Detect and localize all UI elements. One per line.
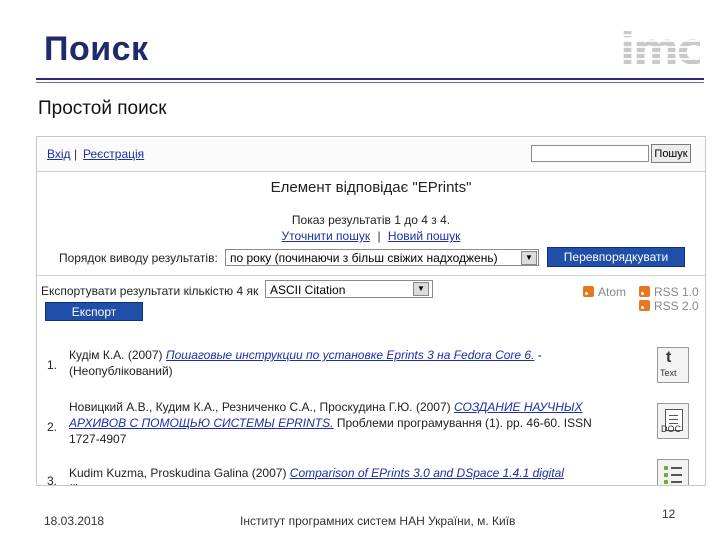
top-bar: Вхід | Реєстрація Пошук: [37, 137, 705, 172]
doc-file-label: DOC: [661, 424, 681, 434]
text-glyph: t: [666, 349, 672, 366]
list-file-icon[interactable]: [657, 459, 689, 485]
item-title-link[interactable]: Пошаговые инструкции по установке Eprint…: [166, 348, 535, 362]
refine-search-link[interactable]: Уточнити пошук: [282, 229, 371, 243]
doc-file-icon[interactable]: DOC: [657, 403, 689, 439]
rss1-feed-link[interactable]: RSS 1.0: [639, 285, 699, 299]
title-divider-thin: [36, 82, 704, 83]
results-count: Показ результатів 1 до 4 з 4.: [291, 213, 451, 227]
reorder-button[interactable]: Перевпорядкувати: [547, 247, 685, 267]
title-divider: [36, 78, 704, 80]
atom-feed-link[interactable]: Atom: [583, 285, 626, 299]
link-separator: |: [74, 147, 78, 161]
chevron-down-icon[interactable]: ▼: [413, 282, 429, 296]
item-citation: Новицкий А.В., Кудим К.А., Резниченко С.…: [69, 399, 599, 447]
page-number: 12: [662, 507, 676, 521]
feed-label: Atom: [598, 285, 627, 299]
list-glyph: [664, 466, 682, 485]
logo-stripe-overlay: [620, 24, 704, 72]
order-select[interactable]: по року (починаючи з більш свіжих надход…: [225, 249, 539, 266]
chevron-down-icon[interactable]: ▼: [521, 251, 537, 265]
slide-subtitle: Простой поиск: [38, 98, 167, 119]
item-number: 1.: [47, 358, 58, 372]
export-label: Експортувати результати кількістю 4 як: [41, 284, 259, 298]
login-link[interactable]: Вхід: [47, 147, 71, 161]
slide-title: Поиск: [44, 30, 149, 68]
search-input[interactable]: [531, 145, 649, 162]
item-number: 3.: [47, 474, 58, 486]
list-item: 1. Кудім К.А. (2007) Пошаговые инструкци…: [37, 347, 705, 393]
export-button[interactable]: Експорт: [45, 302, 143, 321]
feed-icon: [583, 286, 594, 297]
item-citation: Кудім К.А. (2007) Пошаговые инструкции п…: [69, 347, 599, 379]
list-item: 2. Новицкий А.В., Кудим К.А., Резниченко…: [37, 399, 705, 459]
item-citation: Kudim Kuzma, Proskudina Galina (2007) Co…: [69, 465, 599, 485]
footer-institute: Інститут програмних систем НАН України, …: [240, 514, 516, 528]
feed-icon: [639, 286, 650, 297]
text-file-label: Text: [660, 368, 677, 378]
register-link[interactable]: Реєстрація: [83, 147, 144, 161]
feed-label: RSS 2.0: [654, 299, 699, 313]
new-search-link[interactable]: Новий пошук: [388, 229, 461, 243]
item-authors: Новицкий А.В., Кудим К.А., Резниченко С.…: [69, 400, 451, 414]
imc-logo: imc: [620, 20, 704, 75]
export-format-select[interactable]: ASCII Citation: [265, 280, 433, 298]
eprints-screenshot: Вхід | Реєстрація Пошук Елемент відповід…: [36, 136, 706, 486]
results-heading: Елемент відповідає "EPrints": [270, 179, 472, 196]
refine-separator: |: [377, 229, 381, 243]
feed-icon: [639, 300, 650, 311]
order-label: Порядок виводу результатів:: [59, 251, 218, 265]
list-item: 3. Kudim Kuzma, Proskudina Galina (2007)…: [37, 459, 705, 486]
feed-label: RSS 1.0: [654, 285, 699, 299]
footer-date: 18.03.2018: [44, 514, 105, 528]
rss2-feed-link[interactable]: RSS 2.0: [639, 299, 699, 313]
text-file-icon[interactable]: t Text: [657, 347, 689, 383]
item-authors: Kudim Kuzma, Proskudina Galina (2007): [69, 466, 287, 480]
item-number: 2.: [47, 420, 58, 434]
item-authors: Кудім К.А. (2007): [69, 348, 163, 362]
refine-row: Уточнити пошук | Новий пошук: [37, 229, 705, 243]
search-button[interactable]: Пошук: [651, 144, 691, 163]
